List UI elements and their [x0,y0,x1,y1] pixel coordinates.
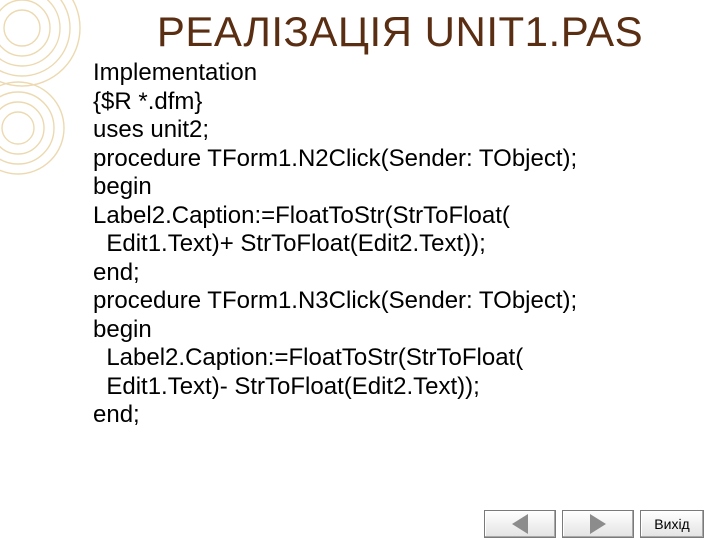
code-line: {$R *.dfm} [93,87,203,115]
triangle-right-icon [590,514,606,534]
forward-button[interactable] [562,510,634,538]
code-line: Label2.Caption:=FloatToStr(StrToFloat( [93,344,524,371]
code-line: begin [93,315,152,343]
code-line: end; [93,258,140,286]
exit-label: Вихід [654,516,690,532]
code-line: procedure TForm1.N3Click(Sender: TObject… [93,287,578,314]
code-line: Edit1.Text)- StrToFloat(Edit2.Text)); [93,372,480,400]
code-line: Implementation [93,59,258,86]
code-line: Label2.Caption:=FloatToStr(StrToFloat( [93,201,510,229]
slide-title: РЕАЛІЗАЦІЯ UNIT1.PAS [156,8,644,55]
code-line: begin [93,173,152,200]
back-button[interactable] [484,510,556,538]
code-line: procedure TForm1.N2Click(Sender: TObject… [93,144,578,172]
code-line: uses unit2; [93,116,210,143]
exit-button[interactable]: Вихід [640,510,704,538]
code-line: Edit1.Text)+ StrToFloat(Edit2.Text)); [93,230,486,257]
triangle-left-icon [512,514,528,534]
code-line: end; [93,401,140,428]
code-block: Implementation {$R *.dfm} uses unit2; pr… [93,59,713,430]
